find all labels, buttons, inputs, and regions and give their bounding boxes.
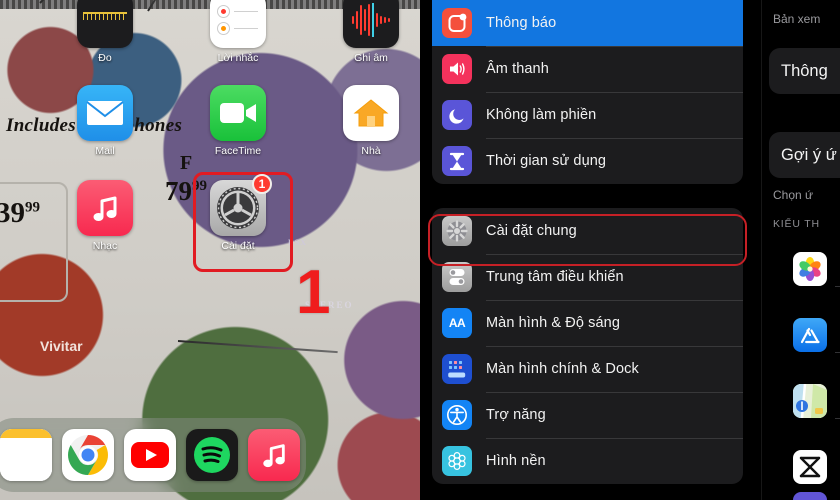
settings-row-accessibility[interactable]: Trợ năng [432, 392, 743, 438]
app-store-icon[interactable] [793, 318, 827, 352]
detail-card-notifications[interactable]: Thông [769, 48, 840, 94]
app-label: Nhạc [92, 240, 118, 252]
settings-row-label: Hình nền [486, 453, 546, 469]
detail-row-separator [835, 286, 840, 287]
reminders-icon [210, 0, 266, 48]
detail-card-title: Thông [781, 61, 828, 80]
spotify-icon[interactable] [186, 429, 238, 481]
annotation-step-1: 1 [296, 258, 331, 327]
home-app-icon [343, 85, 399, 141]
general-gear-icon [442, 216, 472, 246]
app-icon-reminders[interactable]: Lời nhắc [207, 0, 269, 64]
app-icon-music[interactable]: Nhạc [74, 180, 136, 252]
settings-row-sounds[interactable]: Âm thanh [432, 46, 743, 92]
app-label: Nhà [361, 145, 381, 157]
control-center-icon [442, 262, 472, 292]
settings-row-label: Màn hình chính & Dock [486, 361, 639, 377]
detail-section-header: KIỂU TH [773, 218, 820, 230]
app-icon-mail[interactable]: Mail [74, 85, 136, 157]
photos-icon[interactable] [793, 252, 827, 286]
settings-row-label: Trợ năng [486, 407, 546, 423]
mail-icon [77, 85, 133, 141]
capcut-icon[interactable] [793, 450, 827, 484]
detail-card-title: Gợi ý ứ [781, 145, 837, 164]
app-label: Đo [98, 52, 112, 64]
panel-divider [761, 0, 762, 500]
app-icon-home-app[interactable]: Nhà [340, 85, 402, 157]
detail-caption-top: Bản xem [773, 12, 821, 26]
settings-row-general[interactable]: Cài đặt chung [432, 208, 743, 254]
detail-row-separator [835, 352, 840, 353]
do-not-disturb-icon [442, 100, 472, 130]
settings-row-label: Cài đặt chung [486, 223, 577, 239]
settings-row-notifications[interactable]: Thông báo [432, 0, 743, 46]
app-icon-voice-memos[interactable]: Ghi âm [340, 0, 402, 64]
maps-icon[interactable] [793, 384, 827, 418]
settings-row-label: Âm thanh [486, 61, 549, 77]
settings-row-label: Trung tâm điều khiển [486, 269, 624, 285]
settings-row-label: Không làm phiền [486, 107, 597, 123]
display-brightness-icon: AA [442, 308, 472, 338]
detail-caption-mid: Chọn ứ [773, 188, 814, 202]
accessibility-icon [442, 400, 472, 430]
voice-memos-icon [343, 0, 399, 48]
screenshot-root: Includes Headphones F 7999 3999 Vivitar … [0, 0, 840, 500]
home-dock [0, 418, 306, 492]
wallpaper-icon [442, 446, 472, 476]
apple-music-icon[interactable] [248, 429, 300, 481]
app-label: Mail [95, 145, 115, 157]
notes-icon[interactable] [0, 429, 52, 481]
settings-row-wallpaper[interactable]: Hình nền [432, 438, 743, 484]
app-label: Ghi âm [354, 52, 388, 64]
detail-row-separator [835, 418, 840, 419]
home-screen-dock-icon [442, 354, 472, 384]
app-icon-measure[interactable]: Đo [74, 0, 136, 64]
app-label: Cài đặt [221, 240, 255, 252]
detail-card-suggestions[interactable]: Gợi ý ứ [769, 132, 840, 178]
sounds-icon [442, 54, 472, 84]
measure-icon [77, 0, 133, 48]
app-label: FaceTime [214, 145, 262, 157]
youtube-icon[interactable] [124, 429, 176, 481]
settings-row-label: Thời gian sử dụng [486, 153, 607, 169]
settings-row-home-screen-dock[interactable]: Màn hình chính & Dock [432, 346, 743, 392]
music-icon [77, 180, 133, 236]
app-icon-settings[interactable]: 1 Cài đặt [207, 174, 272, 252]
screen-time-icon [442, 146, 472, 176]
settings-row-label: Màn hình & Độ sáng [486, 315, 620, 331]
settings-gear-icon: 1 [210, 174, 272, 236]
settings-row-screen-time[interactable]: Thời gian sử dụng [432, 138, 743, 184]
facetime-icon [210, 85, 266, 141]
chrome-icon[interactable] [62, 429, 114, 481]
settings-group-notifications: Thông báo Âm thanh Không làm phiền Thời … [432, 0, 743, 184]
settings-row-do-not-disturb[interactable]: Không làm phiền [432, 92, 743, 138]
home-screen-panel: Includes Headphones F 7999 3999 Vivitar … [0, 0, 420, 500]
settings-list-panel: Thông báo Âm thanh Không làm phiền Thời … [420, 0, 755, 500]
settings-row-label: Thông báo [486, 15, 557, 31]
generic-purple-app-icon[interactable] [793, 492, 827, 500]
settings-row-control-center[interactable]: Trung tâm điều khiển [432, 254, 743, 300]
settings-row-display-brightness[interactable]: AA Màn hình & Độ sáng [432, 300, 743, 346]
app-label: Lời nhắc [217, 52, 259, 64]
notifications-icon [442, 8, 472, 38]
settings-badge: 1 [252, 174, 272, 194]
settings-detail-panel: Bản xem Thông Gợi ý ứ Chọn ứ KIỂU TH [755, 0, 840, 500]
settings-group-general: Cài đặt chung Trung tâm điều khiển AA Mà… [432, 208, 743, 484]
app-icon-facetime[interactable]: FaceTime [207, 85, 269, 157]
